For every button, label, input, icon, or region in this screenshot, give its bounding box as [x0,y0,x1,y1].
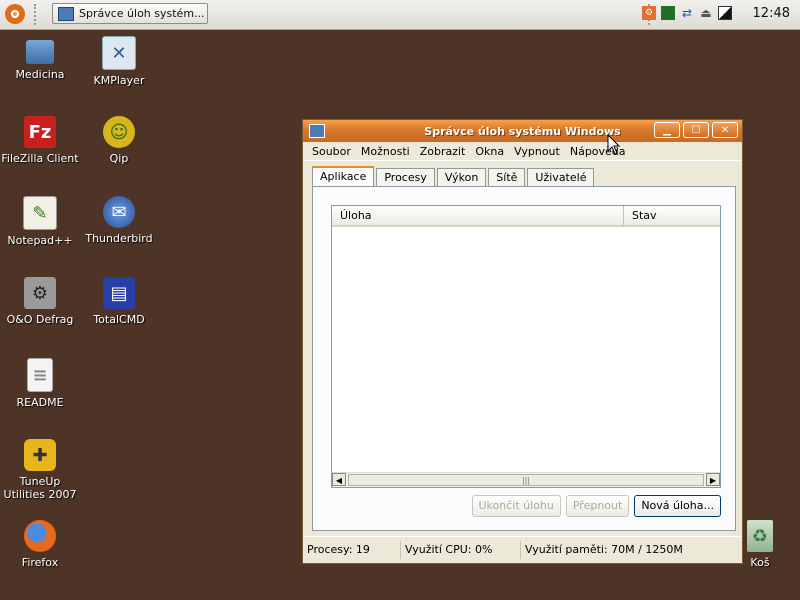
desktop-icon-oo-defrag[interactable]: ⚙ O&O Defrag [0,277,80,326]
taskbar-button-task-manager[interactable]: Správce úloh systém... [52,3,208,24]
desktop-icon-firefox[interactable]: Firefox [0,520,80,569]
menu-bar: Soubor Možnosti Zobrazit Okna Vypnout Ná… [303,142,742,161]
column-header-task[interactable]: Úloha [332,206,624,225]
firefox-icon [24,520,56,552]
notepad-icon: ✎ [23,196,57,230]
scrollbar-thumb[interactable]: ||| [348,474,704,486]
menu-soubor[interactable]: Soubor [307,145,356,158]
switch-to-button[interactable]: Přepnout [565,495,630,517]
status-cpu: Využití CPU: 0% [401,541,521,559]
close-button[interactable]: ✕ [712,122,738,138]
menu-zobrazit[interactable]: Zobrazit [415,145,471,158]
desktop-icon-label: Thunderbird [85,232,153,245]
desktop-icon-readme[interactable]: ≡ README [0,358,80,409]
network-monitor-icon[interactable] [661,6,675,20]
desktop-icon-label: Firefox [21,556,59,569]
tray-app-icon[interactable]: ⚙ [642,6,656,20]
minimize-button[interactable]: ▁ [654,122,680,138]
scroll-left-icon[interactable]: ◀ [332,473,346,486]
desktop-icon-filezilla[interactable]: Fz FileZilla Client [0,116,80,165]
task-list[interactable]: Úloha Stav ◀ ||| ▶ [331,205,721,488]
taskbar-button-label: Správce úloh systém... [79,7,205,20]
desktop-icon-label: TuneUp Utilities 2007 [3,475,77,501]
status-processes: Procesy: 19 [303,541,401,559]
thunderbird-icon: ✉ [103,196,135,228]
desktop-icon-qip[interactable]: ☺ Qip [79,116,159,165]
window-titlebar[interactable]: Správce úloh systému Windows ▁ ☐ ✕ [303,120,742,142]
scroll-right-icon[interactable]: ▶ [706,473,720,486]
network-icon[interactable]: ⇄ [680,6,694,20]
tab-uzivatele[interactable]: Uživatelé [527,168,595,186]
tab-site[interactable]: Sítě [488,168,526,186]
menu-moznosti[interactable]: Možnosti [356,145,415,158]
desktop-icon-label: O&O Defrag [6,313,74,326]
desktop-icon-label: FileZilla Client [1,152,79,165]
defrag-icon: ⚙ [24,277,56,309]
desktop-icon-kmplayer[interactable]: ✕ KMPlayer [79,36,159,87]
tab-strip: Aplikace Procesy Výkon Sítě Uživatelé [312,166,596,186]
desktop-icon-medicina[interactable]: Medicina [0,36,80,81]
eject-icon[interactable]: ⏏ [699,6,713,20]
ubuntu-menu-icon[interactable] [5,4,25,24]
maximize-button[interactable]: ☐ [683,122,709,138]
desktop-icon-label: KMPlayer [93,74,145,87]
menu-okna[interactable]: Okna [470,145,509,158]
new-task-button[interactable]: Nová úloha... [634,495,721,517]
system-tray: ⚙ ⇄ ⏏ [642,6,732,20]
task-list-header: Úloha Stav [332,206,720,227]
qip-icon: ☺ [103,116,135,148]
filezilla-icon: Fz [24,116,56,148]
status-memory: Využití paměti: 70M / 1250M [525,543,683,556]
tuneup-icon: ✚ [24,439,56,471]
document-icon: ≡ [27,358,53,392]
desktop-icon-thunderbird[interactable]: ✉ Thunderbird [79,196,159,245]
horizontal-scrollbar[interactable]: ◀ ||| ▶ [332,472,720,487]
desktop-icon-label: Medicina [15,68,65,81]
desktop-icon-label: TotalCMD [93,313,145,326]
end-task-button[interactable]: Ukončit úlohu [471,495,561,517]
desktop-icon-label: Notepad++ [7,234,73,247]
desktop-icon-totalcmd[interactable]: ▤ TotalCMD [79,277,159,326]
desktop-icon-label: README [16,396,64,409]
task-manager-icon [58,6,74,21]
desktop-icon-notepad[interactable]: ✎ Notepad++ [0,196,80,247]
floppy-icon: ▤ [103,277,135,309]
trash-icon: ♻ [747,520,773,552]
kmplayer-icon: ✕ [102,36,136,70]
menu-vypnout[interactable]: Vypnout [509,145,565,158]
mouse-cursor-icon [607,134,621,155]
status-bar: Procesy: 19 Využití CPU: 0% Využití pamě… [303,536,742,563]
tab-aplikace[interactable]: Aplikace [312,166,375,186]
tab-panel-applications: Úloha Stav ◀ ||| ▶ Ukončit úlohu Přepnou… [312,186,736,531]
panel-separator [34,4,40,25]
clock[interactable]: 12:48 [753,6,790,21]
folder-icon [26,40,54,64]
tab-vykon[interactable]: Výkon [436,168,487,186]
desktop-icon-tuneup[interactable]: ✚ TuneUp Utilities 2007 [0,439,80,501]
top-panel: Správce úloh systém... ⚙ ⇄ ⏏ 12:48 [0,0,800,30]
desktop-icon-label: Qip [109,152,129,165]
column-header-status[interactable]: Stav [624,206,720,225]
tab-procesy[interactable]: Procesy [376,168,435,186]
task-manager-window: Správce úloh systému Windows ▁ ☐ ✕ Soubo… [302,119,743,564]
display-icon[interactable] [718,6,732,20]
